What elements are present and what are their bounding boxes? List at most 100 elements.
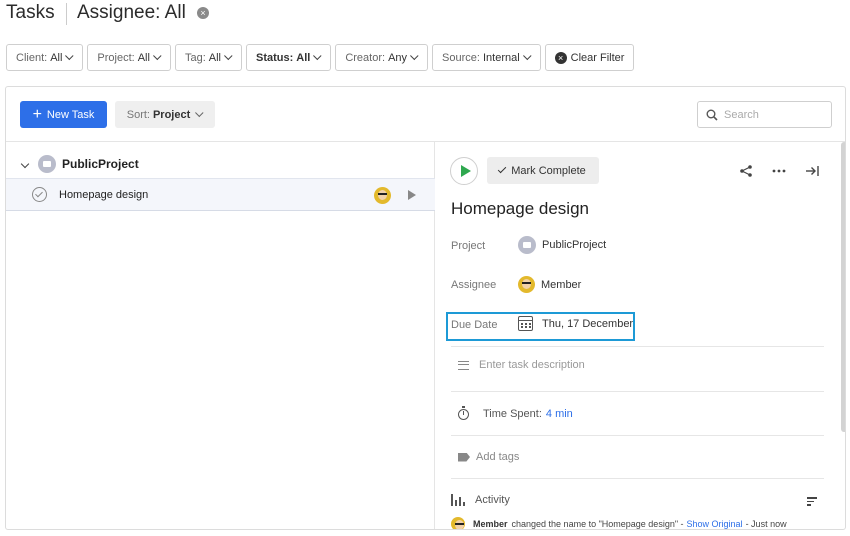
assignee-label: Assignee	[451, 279, 497, 291]
creator-filter-label: Creator:	[345, 51, 386, 64]
source-filter-value: Internal	[482, 51, 520, 64]
new-task-label: New Task	[46, 108, 95, 121]
chevron-down-icon	[65, 51, 74, 60]
more-options-icon[interactable]	[771, 163, 787, 179]
sort-dropdown[interactable]: Sort: Project	[115, 101, 215, 128]
check-icon	[497, 164, 507, 174]
status-filter-label: Status:	[255, 51, 294, 64]
assignee-avatar	[518, 276, 535, 293]
activity-label: Activity	[475, 494, 510, 506]
clear-filter-button[interactable]: × Clear Filter	[544, 44, 635, 71]
time-spent-value[interactable]: 4 min	[546, 408, 573, 420]
complete-check-icon[interactable]	[32, 187, 47, 202]
start-timer-button[interactable]	[450, 157, 478, 185]
creator-filter-value: Any	[388, 51, 408, 64]
tasks-toolbar: + New Task Sort: Project	[6, 87, 845, 142]
chevron-down-icon[interactable]	[20, 159, 30, 169]
mark-complete-label: Mark Complete	[511, 164, 586, 177]
divider	[451, 478, 824, 479]
assignee-value: Member	[541, 278, 582, 291]
chevron-down-icon	[195, 108, 204, 117]
chevron-down-icon	[313, 51, 322, 60]
due-date-value: Thu, 17 December	[542, 317, 634, 330]
client-filter-label: Client:	[16, 51, 48, 64]
page-header: Tasks Assignee: All ×	[0, 0, 850, 30]
plus-icon: +	[32, 105, 42, 123]
project-group-header[interactable]: PublicProject	[6, 150, 435, 178]
tasks-panel: +New Task Sort:Project PublicProject Hom…	[5, 86, 846, 530]
sort-icon[interactable]	[807, 497, 817, 506]
task-detail: Mark Complete Homepage design Project Pu…	[436, 142, 845, 529]
task-row[interactable]: Homepage design	[6, 178, 435, 211]
tag-filter-label: Tag:	[184, 51, 206, 64]
tag-icon	[458, 452, 470, 462]
chevron-down-icon	[410, 51, 419, 60]
activity-header: Activity	[451, 494, 510, 506]
due-date-field[interactable]: Thu, 17 December	[518, 316, 633, 331]
divider	[451, 391, 824, 392]
project-filter-label: Project:	[97, 51, 135, 64]
activity-chart-icon	[451, 494, 465, 506]
sort-value: Project	[152, 108, 191, 121]
activity-text: changed the name to "Homepage design" -	[511, 519, 684, 529]
task-title[interactable]: Homepage design	[451, 199, 589, 219]
clear-assignee-icon[interactable]: ×	[197, 7, 209, 19]
status-filter-value: All	[296, 51, 311, 64]
search-box[interactable]	[697, 101, 832, 128]
activity-user: Member	[473, 519, 508, 529]
search-icon	[706, 109, 718, 121]
source-filter-label: Source:	[442, 51, 480, 64]
project-value: PublicProject	[542, 239, 607, 251]
time-spent-label: Time Spent:	[483, 408, 542, 420]
client-filter-value: All	[50, 51, 63, 64]
filter-bar: Client: All Project: All Tag: All Status: Al…	[6, 44, 635, 71]
new-task-button[interactable]: + New Task	[20, 101, 107, 128]
source-filter[interactable]: Source: Internal	[432, 44, 541, 71]
page-title: Tasks	[6, 2, 55, 23]
assignee-field[interactable]: Member	[518, 276, 581, 293]
chevron-down-icon	[153, 51, 162, 60]
chevron-down-icon	[522, 51, 532, 60]
project-filter[interactable]: Project: All	[87, 44, 171, 71]
divider	[451, 346, 824, 347]
project-filter-value: All	[137, 51, 150, 64]
user-avatar	[451, 517, 465, 529]
folder-icon	[518, 236, 536, 254]
tag-filter-value: All	[208, 51, 221, 64]
project-label: Project	[451, 240, 486, 252]
search-input[interactable]	[724, 108, 824, 121]
detail-scrollbar[interactable]	[841, 142, 845, 432]
status-filter[interactable]: Status: All	[245, 44, 332, 71]
text-lines-icon	[458, 360, 469, 370]
chevron-down-icon	[224, 51, 233, 60]
calendar-icon	[518, 316, 533, 331]
assignee-filter-title: Assignee: All	[77, 2, 186, 23]
play-icon[interactable]	[408, 190, 416, 200]
share-icon[interactable]	[738, 163, 754, 179]
project-field[interactable]: PublicProject	[518, 236, 606, 254]
due-date-label: Due Date	[451, 319, 498, 331]
show-original-link[interactable]: Show Original	[687, 519, 743, 529]
creator-filter[interactable]: Creator: Any	[335, 44, 429, 71]
description-placeholder: Enter task description	[479, 359, 585, 371]
task-name: Homepage design	[59, 188, 149, 201]
add-tags-placeholder: Add tags	[476, 451, 520, 463]
header-separator	[66, 3, 67, 25]
activity-time: - Just now	[745, 519, 787, 529]
collapse-panel-icon[interactable]	[804, 163, 820, 179]
description-field[interactable]: Enter task description	[458, 359, 585, 371]
divider	[451, 435, 824, 436]
time-spent: Time Spent: 4 min	[458, 405, 573, 420]
clear-filter-label: Clear Filter	[570, 51, 625, 64]
close-circle-icon: ×	[554, 51, 567, 64]
mark-complete-button[interactable]: Mark Complete	[487, 157, 599, 184]
activity-item: Member changed the name to "Homepage des…	[451, 517, 787, 529]
task-list: PublicProject Homepage design	[6, 142, 435, 529]
stopwatch-icon	[458, 405, 469, 420]
project-group-name: PublicProject	[62, 157, 139, 171]
sort-label: Sort:	[126, 108, 150, 121]
tag-filter[interactable]: Tag: All	[174, 44, 242, 71]
client-filter[interactable]: Client: All	[6, 44, 84, 71]
folder-icon	[38, 155, 56, 173]
add-tags-field[interactable]: Add tags	[458, 451, 519, 463]
